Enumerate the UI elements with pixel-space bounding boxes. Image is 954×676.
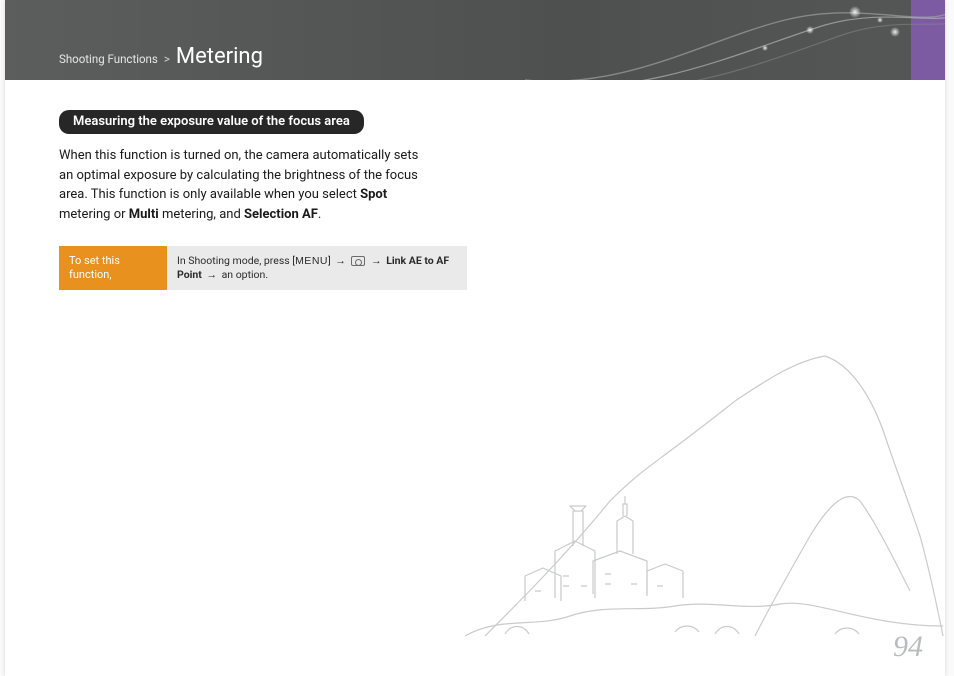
setting-text: In Shooting mode, press [ xyxy=(177,254,295,267)
document-page: Shooting Functions > Metering Measuring … xyxy=(5,0,945,676)
para-text: metering, and xyxy=(159,207,244,222)
menu-button-glyph: MENU xyxy=(295,255,328,267)
setting-label: To set this function, xyxy=(59,246,167,290)
para-bold: Selection AF xyxy=(244,207,318,222)
decorative-illustration xyxy=(465,336,945,656)
para-bold: Spot xyxy=(360,187,387,202)
para-text: metering or xyxy=(59,207,129,222)
arrow-icon: → xyxy=(204,268,219,281)
setting-row: To set this function, In Shooting mode, … xyxy=(59,246,467,290)
header-decoration xyxy=(525,0,945,80)
camera-icon xyxy=(351,256,365,266)
body-paragraph: When this function is turned on, the cam… xyxy=(59,146,421,224)
page-title: Metering xyxy=(176,46,263,68)
para-bold: Multi xyxy=(129,207,159,222)
arrow-icon: → xyxy=(333,254,348,267)
para-text: . xyxy=(318,207,321,222)
setting-text: an option. xyxy=(219,268,268,281)
setting-instruction: In Shooting mode, press [MENU] → → Link … xyxy=(167,246,467,290)
breadcrumb: Shooting Functions > Metering xyxy=(59,46,263,68)
breadcrumb-separator: > xyxy=(164,54,170,66)
page-number: 94 xyxy=(893,630,923,664)
breadcrumb-section: Shooting Functions xyxy=(59,54,158,66)
accent-tab xyxy=(911,0,945,80)
section-heading: Measuring the exposure value of the focu… xyxy=(59,110,364,134)
page-header: Shooting Functions > Metering xyxy=(5,0,945,80)
content-column: Measuring the exposure value of the focu… xyxy=(5,80,475,290)
arrow-icon: → xyxy=(369,254,384,267)
